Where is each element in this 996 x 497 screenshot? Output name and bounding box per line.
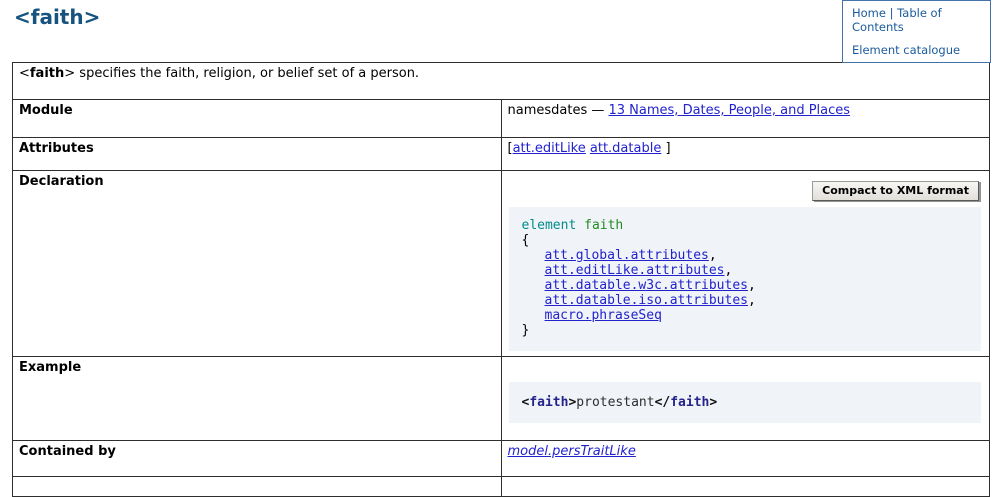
declaration-toolbar: Compact to XML format [508,174,984,206]
member-separator: , [748,293,756,308]
contained-by-row: Contained by model.persTraitLike [13,441,990,477]
attributes-row-value: [att.editLike att.datable ] [501,138,990,171]
compact-to-xml-button[interactable]: Compact to XML format [812,181,979,201]
declaration-member: att.global.attributes, [522,248,972,263]
xml-end-tag-name: faith [670,395,709,410]
nav-home-link[interactable]: Home [852,6,886,20]
xml-end-open-bracket: </ [655,395,671,410]
contained-by-row-value: model.persTraitLike [501,441,990,477]
declaration-row-label: Declaration [13,171,502,357]
partial-row-label [13,477,502,497]
declaration-member: macro.phraseSeq [522,308,972,323]
description-row: <faith> specifies the faith, religion, o… [13,63,990,100]
declaration-member: att.datable.iso.attributes, [522,293,972,308]
example-code-block: <faith>protestant</faith> [509,382,982,423]
declaration-member: att.datable.w3c.attributes, [522,278,972,293]
nav-separator: | [890,6,894,20]
declaration-line: element faith [522,218,972,233]
gi-close-bracket: > [64,66,75,81]
gi-tag-name: faith [30,66,64,81]
declaration-code-block: element faith { att.global.attributes, a… [509,207,982,351]
module-row-value: namesdates — 13 Names, Dates, People, an… [501,100,990,138]
element-spec-table: <faith> specifies the faith, religion, o… [12,62,990,497]
gi-open-bracket: < [19,66,30,81]
example-row-value: <faith>protestant</faith> [501,357,990,441]
att-editlike-link[interactable]: att.editLike [513,141,586,156]
module-row-label: Module [13,100,502,138]
partial-row [13,477,990,497]
partial-row-value [501,477,990,497]
xml-text-content: protestant [576,395,654,410]
member-separator: , [709,248,717,263]
att-datable-iso-attributes-link[interactable]: att.datable.iso.attributes [545,293,749,308]
member-separator: , [725,263,733,278]
rnc-keyword: element [522,218,577,233]
xml-tag-name: faith [529,395,568,410]
att-datable-link[interactable]: att.datable [590,141,661,156]
attributes-row-label: Attributes [13,138,502,171]
example-row-label: Example [13,357,502,441]
attributes-close-bracket: ] [665,141,670,156]
module-name-text: namesdates — [508,103,605,118]
macro-phraseseq-link[interactable]: macro.phraseSeq [545,308,662,323]
nav-line-2: Element catalogue [852,43,982,57]
nav-box: Home | Table of Contents Element catalog… [842,0,991,63]
example-row: Example <faith>protestant</faith> [13,357,990,441]
att-global-attributes-link[interactable]: att.global.attributes [545,248,709,263]
att-datable-w3c-attributes-link[interactable]: att.datable.w3c.attributes [545,278,749,293]
declaration-open-brace: { [522,233,972,248]
module-row: Module namesdates — 13 Names, Dates, Peo… [13,100,990,138]
member-separator: , [748,278,756,293]
model-perstraitlike-link[interactable]: model.persTraitLike [508,444,636,459]
rnc-element-name: faith [584,218,623,233]
attributes-row: Attributes [att.editLike att.datable ] [13,138,990,171]
declaration-close-brace: } [522,323,972,338]
description-text: specifies the faith, religion, or belief… [75,66,419,81]
declaration-row: Declaration Compact to XML format elemen… [13,171,990,357]
nav-line-1: Home | Table of Contents [852,6,982,34]
declaration-member: att.editLike.attributes, [522,263,972,278]
xml-end-close-bracket: > [709,395,717,410]
nav-element-catalogue-link[interactable]: Element catalogue [852,43,960,57]
contained-by-row-label: Contained by [13,441,502,477]
declaration-row-value: Compact to XML format element faith { at… [501,171,990,357]
att-editlike-attributes-link[interactable]: att.editLike.attributes [545,263,725,278]
element-description: <faith> specifies the faith, religion, o… [13,63,990,100]
module-chapter-link[interactable]: 13 Names, Dates, People, and Places [609,103,851,118]
